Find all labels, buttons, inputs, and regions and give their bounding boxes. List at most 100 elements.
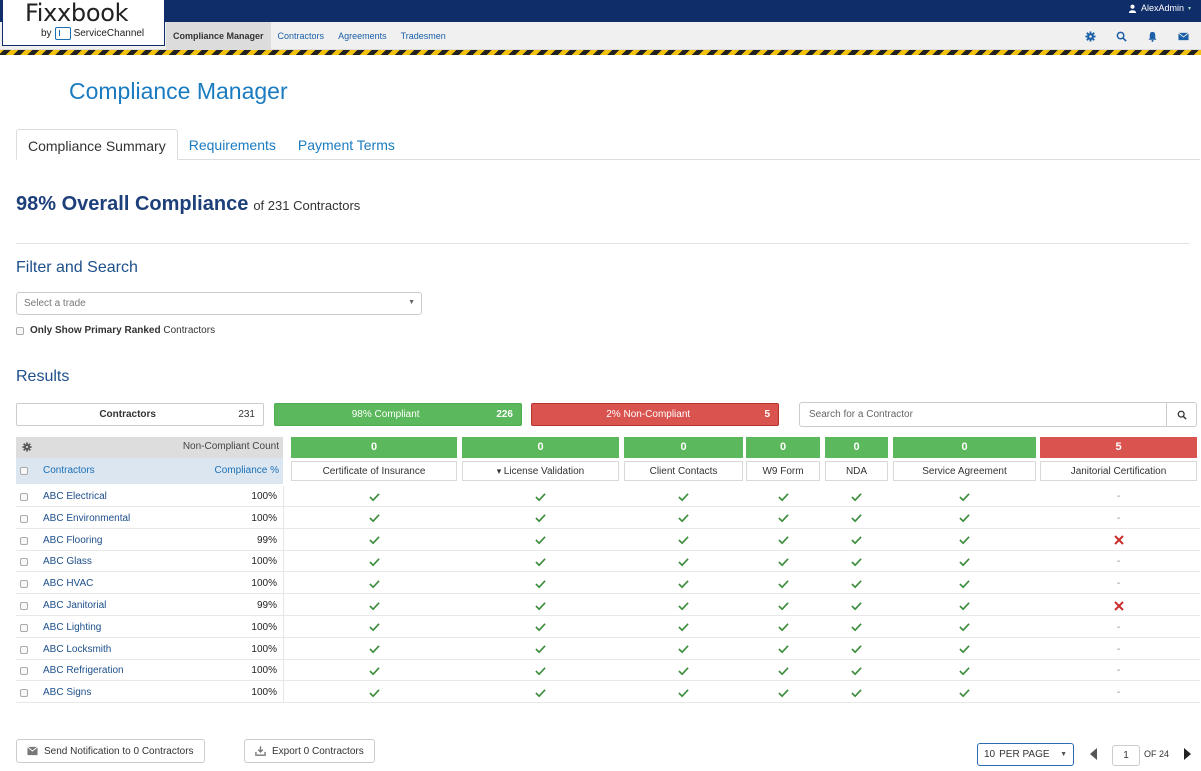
check-icon [624,642,743,657]
requirement-column-header[interactable]: Janitorial Certification [1040,461,1197,481]
contractor-name-link[interactable]: ABC Electrical [43,491,107,502]
export-button[interactable]: Export 0 Contractors [244,739,375,763]
gear-icon[interactable] [22,442,32,452]
row-checkbox[interactable] [20,493,28,501]
not-applicable-dash: - [1116,621,1121,633]
check-icon [893,533,1036,548]
noncompliant-count-label: Non-Compliant Count [182,441,279,452]
not-applicable-dash: - [1116,578,1121,590]
tab-payment-terms[interactable]: Payment Terms [287,129,406,160]
row-checkbox[interactable] [20,645,28,654]
bell-icon[interactable] [1145,29,1160,44]
requirement-column-header[interactable]: W9 Form [746,461,820,481]
column-compliance-pct[interactable]: Compliance % [215,465,279,476]
sort-desc-icon: ▾ [496,466,504,476]
overall-compliance: 98% Overall Compliance of 231 Contractor… [16,193,360,216]
check-icon [825,554,888,569]
per-page-select[interactable]: 10 PER PAGE ▼ [977,743,1074,766]
main-nav: Compliance Manager Contractors Agreement… [166,22,453,50]
check-icon [825,576,888,591]
send-notification-label: Send Notification to 0 Contractors [44,745,194,757]
next-page-icon[interactable] [1183,747,1193,761]
not-applicable-dash: - [1116,665,1121,677]
requirement-name: Certificate of Insurance [322,466,426,477]
compliant-summary-label: 98% Compliant [351,409,420,420]
check-icon [291,620,457,635]
check-icon [462,620,619,635]
table-row: ABC Flooring 99% [16,530,1200,551]
contractor-name-link[interactable]: ABC Glass [43,556,92,567]
requirement-column-header[interactable]: Service Agreement [893,461,1036,481]
check-icon [624,663,743,678]
contractor-name-link[interactable]: ABC HVAC [43,578,93,589]
trade-select[interactable]: Select a trade ▼ [16,292,422,315]
noncompliant-count-0: 0 [291,437,457,458]
row-checkbox[interactable] [20,558,28,567]
row-checkbox[interactable] [20,514,28,523]
check-icon [893,663,1036,678]
user-menu[interactable]: AlexAdmin ▾ [1128,3,1191,13]
contractors-summary[interactable]: Contractors 231 [16,403,264,426]
check-icon [462,554,619,569]
select-all-checkbox[interactable] [20,467,28,475]
row-checkbox[interactable] [20,536,28,545]
nav-tradesmen[interactable]: Tradesmen [394,22,453,50]
envelope-icon[interactable] [1176,29,1191,44]
noncompliant-summary[interactable]: 2% Non-Compliant 5 [531,403,779,426]
contractor-search-button[interactable] [1166,402,1197,427]
compliant-summary[interactable]: 98% Compliant 226 [274,403,522,426]
trade-select-placeholder: Select a trade [24,298,86,309]
top-bar: AlexAdmin ▾ [0,0,1201,22]
nav-contractors[interactable]: Contractors [271,22,332,50]
check-icon [746,576,820,591]
row-checkbox[interactable] [20,667,28,676]
row-checkbox[interactable] [20,580,28,589]
x-icon [1040,598,1197,613]
contractors-summary-label: Contractors [99,409,156,420]
contractor-name-link[interactable]: ABC Janitorial [43,600,106,611]
logo[interactable]: Fixxbook by ServiceChannel [2,0,165,46]
row-checkbox[interactable] [20,623,28,632]
contractor-name-link[interactable]: ABC Flooring [43,535,102,546]
x-icon [1040,533,1197,548]
check-icon [462,685,619,700]
nav-icons [1083,22,1191,50]
check-icon [291,598,457,613]
search-icon[interactable] [1114,29,1129,44]
send-notification-button[interactable]: Send Notification to 0 Contractors [16,739,205,763]
primary-ranked-label-rest: Contractors [163,325,216,336]
page-number-input[interactable]: 1 [1112,745,1140,766]
caret-down-icon: ▼ [408,299,415,306]
not-applicable-dash: - [1116,512,1121,524]
brand-name: Fixxbook [25,0,129,27]
row-checkbox[interactable] [20,689,28,698]
table-row: ABC Environmental 100% - [16,508,1200,529]
check-icon [825,685,888,700]
gear-icon[interactable] [1083,29,1098,44]
primary-ranked-checkbox[interactable] [16,326,24,335]
requirement-column-header[interactable]: Certificate of Insurance [291,461,457,481]
column-contractors[interactable]: Contractors [43,465,95,476]
previous-page-icon[interactable] [1088,747,1098,761]
contractor-name-link[interactable]: ABC Refrigeration [43,665,124,676]
nav-compliance-manager[interactable]: Compliance Manager [166,22,271,50]
requirement-column-header[interactable]: NDA [825,461,888,481]
requirement-name: NDA [845,466,868,477]
tab-compliance-summary[interactable]: Compliance Summary [16,129,178,160]
row-checkbox[interactable] [20,602,28,610]
check-icon [746,642,820,657]
check-icon [746,685,820,700]
noncompliant-count-2: 0 [624,437,743,458]
check-icon [825,598,888,613]
contractor-name-link[interactable]: ABC Signs [43,687,91,698]
not-applicable-dash: - [1116,643,1121,655]
requirement-column-header[interactable]: Client Contacts [624,461,743,481]
nav-agreements[interactable]: Agreements [331,22,394,50]
contractor-name-link[interactable]: ABC Environmental [43,513,130,524]
tab-requirements[interactable]: Requirements [178,129,287,160]
contractor-name-link[interactable]: ABC Locksmith [43,644,111,655]
check-icon [893,598,1036,613]
contractor-search-input[interactable]: Search for a Contractor [799,402,1167,427]
requirement-column-header[interactable]: ▾ License Validation [462,461,619,481]
contractor-name-link[interactable]: ABC Lighting [43,622,101,633]
